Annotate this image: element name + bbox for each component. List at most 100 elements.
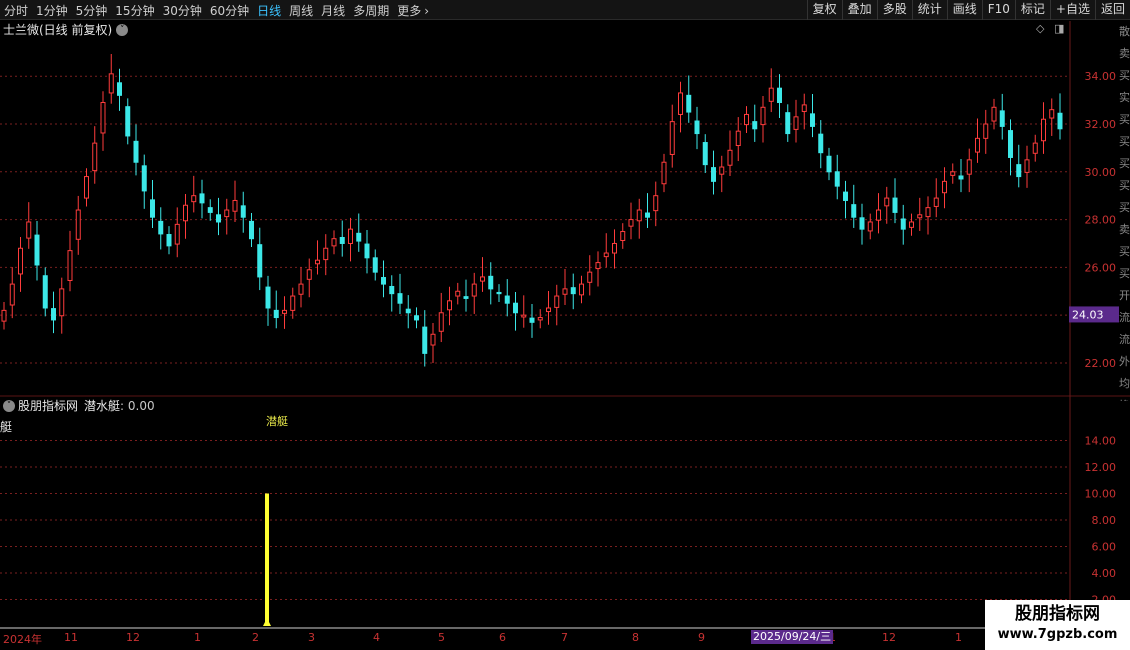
tab-multi-period[interactable]: 多周期 [349,2,393,19]
tab-1min[interactable]: 1分钟 [32,2,72,19]
panel-toggle-icon[interactable]: ◨ [1054,22,1064,35]
candle-body [521,314,527,318]
candle-body [661,161,667,185]
candle-body [108,73,114,94]
back-button[interactable]: 返回 [1094,0,1130,20]
candle-body [331,238,337,247]
candle-body [942,180,947,194]
candle-body [702,142,708,166]
tab-daily[interactable]: 日线 [253,2,285,19]
top-toolbar: 分时 1分钟 5分钟 15分钟 30分钟 60分钟 日线 周线 月线 多周期 更… [0,0,1130,20]
candle-body [735,130,741,147]
candle-body [793,116,799,130]
candle-body [191,195,197,203]
diamond-icon[interactable]: ◇ [1036,22,1044,35]
indicator-name: 股朋指标网 [18,399,79,413]
tab-15min[interactable]: 15分钟 [111,2,158,19]
date-label: 6 [499,631,506,644]
chevron-down-icon[interactable]: ˅ [3,399,15,412]
date-label: 1 [955,631,962,644]
tab-more-label: 更多 [397,3,422,18]
candle-body [1,309,7,322]
sub-tick-label: 4.00 [1092,567,1117,580]
multi-stock-button[interactable]: 多股 [876,0,912,20]
date-label: 5 [438,631,445,644]
date-label: 11 [64,631,78,644]
candle-body [711,167,716,182]
candle-body [851,204,857,218]
candle-body [587,271,593,283]
candle-body [323,247,329,261]
candle-body [463,296,469,299]
candle-body [579,283,584,296]
series-name: 潜水艇 [84,399,121,413]
tab-monthly[interactable]: 月线 [317,2,349,19]
candle-body [933,197,939,207]
sub-tick-label: 6.00 [1092,541,1117,554]
add-watchlist-button[interactable]: +自选 [1049,0,1095,20]
f10-button[interactable]: F10 [981,0,1015,20]
candle-body [141,165,147,192]
candle-body [958,175,964,180]
candle-body [438,312,444,332]
candle-body [645,212,650,218]
sub-value-axis: 2.004.006.008.0010.0012.0014.00 [1085,435,1117,607]
candle-body [950,171,956,176]
candle-body [364,243,370,259]
candle-body [892,197,898,213]
tab-5min[interactable]: 5分钟 [72,2,112,19]
date-label: 4 [373,631,380,644]
right-strip-text: 散卖买实买买买买买卖买买开流流外均换收 [1119,25,1130,401]
tab-60min[interactable]: 60分钟 [206,2,253,19]
candle-body [240,205,246,218]
candle-body [504,295,510,304]
adjust-button[interactable]: 复权 [806,0,842,20]
candle-body [719,166,725,175]
candle-body [1008,130,1013,158]
candle-body [768,87,774,102]
candle-body [133,140,139,163]
price-tick-label: 30.00 [1085,166,1117,179]
candle-body [381,277,386,285]
tab-minute[interactable]: 分时 [0,2,32,19]
signal-marker [263,618,271,626]
candle-body [282,309,287,314]
signal-bar [265,493,269,626]
sub-tick-label: 10.00 [1085,488,1117,501]
candle-body [876,209,881,221]
candle-body [348,228,353,244]
candle-body [999,110,1005,127]
candle-body [1049,109,1055,119]
date-label: 2024年 [3,633,42,646]
candle-body [554,295,560,308]
candle-body [75,209,81,240]
price-tick-label: 32.00 [1085,118,1117,131]
statistics-button[interactable]: 统计 [911,0,947,20]
candle-body [612,242,617,254]
price-tick-label: 22.00 [1085,357,1117,370]
sub-tick-label: 14.00 [1085,435,1117,448]
right-info-strip: 散卖买实买买买买买卖买买开流流外均换收 [1119,21,1130,401]
draw-line-button[interactable]: 画线 [946,0,982,20]
candle-body [1041,118,1046,142]
candle-body [859,217,865,230]
date-label: 9 [698,631,705,644]
tab-more[interactable]: 更多 › [393,2,433,19]
period-tabs: 分时 1分钟 5分钟 15分钟 30分钟 60分钟 日线 周线 月线 多周期 更… [0,0,433,20]
overlay-button[interactable]: 叠加 [841,0,877,20]
chevron-down-icon[interactable]: ˅ [116,23,129,36]
tab-30min[interactable]: 30分钟 [159,2,206,19]
candle-body [67,250,73,282]
mark-button[interactable]: 标记 [1014,0,1050,20]
tab-weekly[interactable]: 周线 [285,2,317,19]
candle-body [26,221,32,239]
main-price-axis: 22.0024.0026.0028.0030.0032.0034.0024.03 [1069,70,1119,370]
candle-body [150,199,155,218]
candlestick-series[interactable] [1,54,1063,367]
candle-body [117,82,122,96]
candle-body [975,137,980,153]
candle-body [92,142,98,172]
price-chart-canvas[interactable]: 22.0024.0026.0028.0030.0032.0034.0024.03… [0,0,1130,650]
last-price-label: 24.03 [1072,308,1104,321]
candle-body [884,197,890,207]
